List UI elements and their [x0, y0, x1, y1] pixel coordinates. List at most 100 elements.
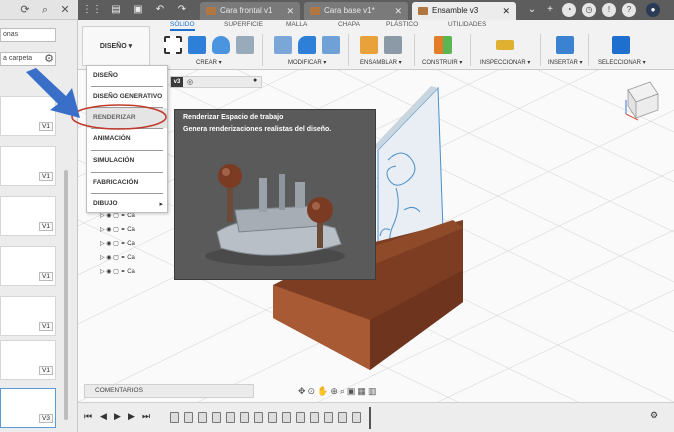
browser-panel-header[interactable]: v3 ◎ ● — [170, 76, 262, 88]
file-card[interactable]: V1 — [0, 296, 56, 336]
search-icon[interactable]: ⌕ — [38, 3, 52, 17]
step-forward-icon[interactable]: ▶ — [128, 411, 135, 422]
tab-cara-frontal[interactable]: Cara frontal v1 ✕ — [200, 2, 300, 20]
version-badge[interactable]: V1 — [39, 272, 53, 281]
timeline-feature[interactable] — [324, 412, 333, 423]
fillet-icon[interactable] — [298, 36, 316, 54]
group-construir[interactable]: CONSTRUIR ▾ — [422, 59, 462, 66]
group-seleccionar[interactable]: SELECCIONAR ▾ — [598, 59, 646, 66]
tab-chapa[interactable]: CHAPA — [338, 21, 360, 28]
construct-plane-icon[interactable] — [434, 36, 452, 54]
pan-icon[interactable]: ✋ — [317, 386, 330, 396]
scrollbar[interactable] — [64, 170, 68, 420]
timeline-feature[interactable] — [296, 412, 305, 423]
file-card[interactable]: V1 — [0, 146, 56, 186]
group-inspeccionar[interactable]: INSPECCIONAR ▾ — [480, 59, 530, 66]
tab-solido[interactable]: SÓLIDO — [170, 21, 195, 31]
menu-item-diseno[interactable]: DISEÑO — [87, 66, 167, 86]
display-settings-icon[interactable]: ▣ — [347, 386, 358, 396]
file-card[interactable]: V1 — [0, 196, 56, 236]
chevron-down-icon[interactable]: ⌄ — [524, 2, 540, 18]
create-sketch-icon[interactable] — [164, 36, 182, 54]
version-badge[interactable]: V1 — [39, 366, 53, 375]
tab-malla[interactable]: MALLA — [286, 21, 307, 28]
grid-settings-icon[interactable]: ▦ — [357, 386, 368, 396]
tree-row-component[interactable]: ▷ ◉ ▢ ⚭ Ca — [100, 224, 176, 236]
select-icon[interactable] — [612, 36, 630, 54]
user-icon[interactable]: ● — [646, 3, 660, 17]
comments-panel[interactable]: COMENTARIOS — [84, 384, 254, 398]
timeline-feature[interactable] — [198, 412, 207, 423]
go-to-end-icon[interactable]: ⏭ — [142, 411, 150, 422]
timeline-feature[interactable] — [352, 412, 361, 423]
grid-icon[interactable]: ⋮⋮ — [82, 2, 102, 18]
help-icon[interactable]: ? — [622, 3, 636, 17]
file-card[interactable]: V1 — [0, 340, 56, 380]
timeline-feature[interactable] — [226, 412, 235, 423]
menu-item-fabricacion[interactable]: FABRICACIÓN — [87, 173, 167, 193]
tab-superficie[interactable]: SUPERFICIE — [224, 21, 263, 28]
tree-row-component[interactable]: ▷ ◉ ▢ ⚭ Ca — [100, 238, 176, 250]
go-to-start-icon[interactable]: ⏮ — [84, 411, 92, 422]
press-pull-icon[interactable] — [274, 36, 292, 54]
extensions-icon[interactable]: ◔ — [562, 3, 576, 17]
group-insertar[interactable]: INSERTAR ▾ — [548, 59, 582, 66]
tab-utilidades[interactable]: UTILIDADES — [448, 21, 486, 28]
redo-icon[interactable]: ↷ — [174, 2, 190, 18]
measure-icon[interactable] — [496, 40, 514, 50]
new-component-icon[interactable] — [360, 36, 378, 54]
collapse-icon[interactable]: ● — [253, 77, 257, 84]
close-icon[interactable]: ✕ — [286, 2, 294, 20]
version-badge[interactable]: V1 — [39, 122, 53, 131]
plus-icon[interactable]: + — [542, 2, 558, 18]
zoom-window-icon[interactable]: ⌕ — [340, 386, 347, 396]
menu-item-simulacion[interactable]: SIMULACIÓN — [87, 151, 167, 171]
menu-item-dibujo[interactable]: DIBUJO — [87, 194, 167, 214]
viewcube-icon[interactable] — [625, 81, 659, 121]
notification-icon[interactable]: ! — [602, 3, 616, 17]
version-badge[interactable]: V1 — [39, 172, 53, 181]
upload-field[interactable]: onas — [0, 28, 56, 42]
timeline-feature[interactable] — [170, 412, 179, 423]
timeline-feature[interactable] — [282, 412, 291, 423]
joint-icon[interactable] — [384, 36, 402, 54]
version-badge[interactable]: V3 — [39, 414, 53, 423]
undo-icon[interactable]: ↶ — [152, 2, 168, 18]
chamfer-icon[interactable] — [322, 36, 340, 54]
timeline-feature[interactable] — [310, 412, 319, 423]
version-badge[interactable]: V1 — [39, 322, 53, 331]
target-icon[interactable]: ◎ — [187, 78, 193, 86]
step-back-icon[interactable]: ◀ — [100, 411, 107, 422]
timeline-feature[interactable] — [240, 412, 249, 423]
timeline-feature[interactable] — [338, 412, 347, 423]
timeline-feature[interactable] — [268, 412, 277, 423]
close-icon[interactable]: ✕ — [502, 2, 510, 20]
workspace-switcher-button[interactable]: DISEÑO ▾ — [82, 26, 150, 66]
file-icon[interactable]: ▤ — [108, 2, 124, 18]
tree-row-component[interactable]: ▷ ◉ ▢ ⚭ Ca — [100, 266, 176, 278]
close-icon[interactable]: ✕ — [394, 2, 402, 20]
tree-row-component[interactable]: ▷ ◉ ▢ ⚭ Ca — [100, 252, 176, 264]
revolve-icon[interactable] — [212, 36, 230, 54]
timeline-feature[interactable] — [212, 412, 221, 423]
orbit-icon[interactable]: ✥ — [298, 386, 308, 396]
timeline-marker[interactable] — [369, 407, 371, 429]
file-card-active[interactable]: V3 — [0, 388, 56, 428]
version-badge[interactable]: V1 — [39, 222, 53, 231]
close-icon[interactable]: ✕ — [58, 3, 72, 17]
timeline-feature[interactable] — [254, 412, 263, 423]
play-icon[interactable]: ▶ — [114, 411, 121, 422]
insert-image-icon[interactable] — [556, 36, 574, 54]
refresh-icon[interactable]: ⟳ — [18, 3, 32, 17]
file-card[interactable]: V1 — [0, 246, 56, 286]
tab-plastico[interactable]: PLÁSTICO — [386, 21, 418, 28]
look-icon[interactable]: ⊙ — [308, 386, 318, 396]
timeline-settings-gear-icon[interactable]: ⚙ — [650, 410, 658, 421]
group-modificar[interactable]: MODIFICAR ▾ — [288, 59, 326, 66]
group-ensamblar[interactable]: ENSAMBLAR ▾ — [360, 59, 402, 66]
save-icon[interactable]: ▣ — [130, 2, 146, 18]
zoom-icon[interactable]: ⊕ — [330, 386, 340, 396]
settings-gear-icon[interactable]: ⚙ — [42, 52, 56, 66]
timeline-feature[interactable] — [184, 412, 193, 423]
box-icon[interactable] — [236, 36, 254, 54]
